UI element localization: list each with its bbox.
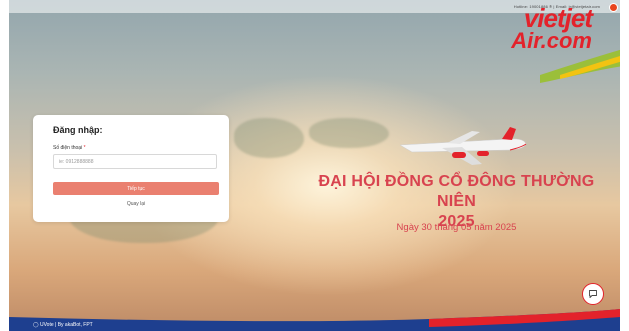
chat-bubble-icon — [589, 290, 597, 298]
back-link[interactable]: Quay lại — [53, 201, 219, 207]
continue-button[interactable]: Tiếp tục — [53, 182, 219, 195]
phone-input[interactable] — [53, 154, 217, 169]
uvote-logo-icon: ◯ — [33, 322, 40, 328]
user-badge-icon[interactable] — [609, 3, 618, 12]
map-landmass — [309, 118, 389, 148]
login-title: Đăng nhập: — [53, 125, 103, 135]
event-date: Ngày 30 tháng 05 năm 2025 — [396, 222, 517, 233]
footer-credits: ◯ UVote | By akaBot, FPT — [33, 322, 93, 328]
phone-label: Số điện thoại * — [53, 145, 86, 151]
login-card: Đăng nhập: Số điện thoại * Tiếp tục Quay… — [33, 115, 229, 222]
footer-wave — [9, 309, 620, 331]
airplane-icon — [399, 127, 527, 165]
required-mark: * — [83, 145, 86, 151]
chat-support-button[interactable] — [582, 283, 604, 305]
map-landmass — [234, 118, 304, 158]
vietjet-logo: vietjet Air.com — [511, 3, 593, 53]
